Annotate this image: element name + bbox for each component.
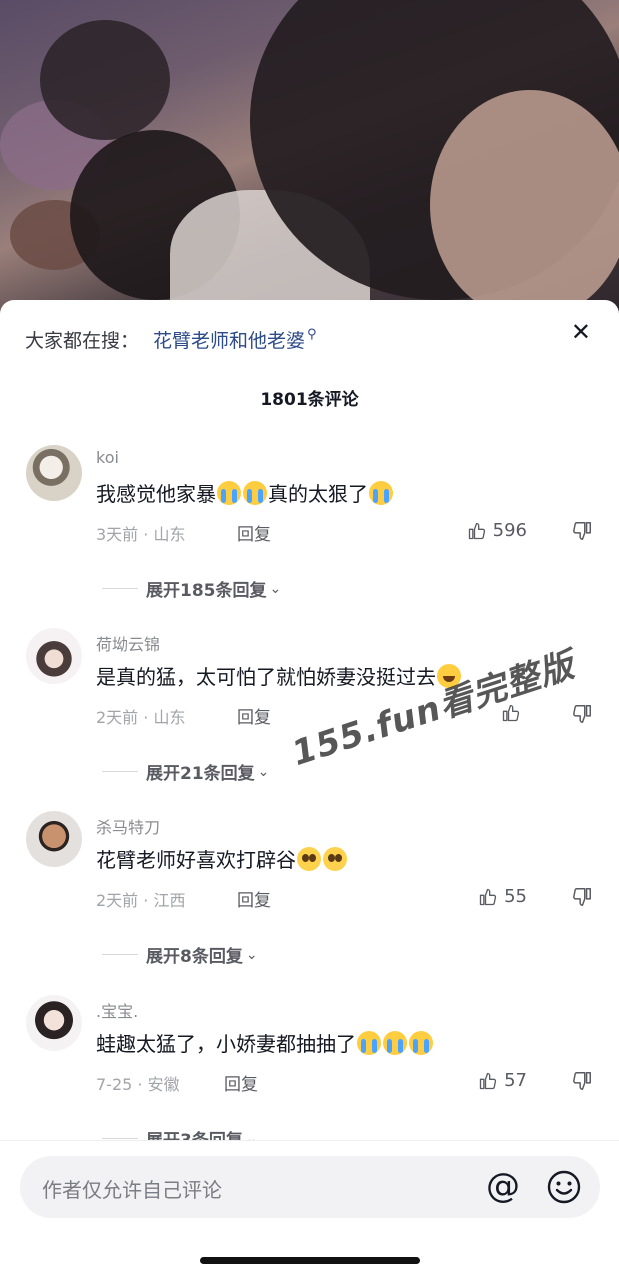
chevron-down-icon: ⌄: [269, 580, 282, 597]
avatar[interactable]: [26, 995, 82, 1051]
expand-replies-button[interactable]: 展开185条回复 ⌄: [102, 576, 281, 601]
reply-button[interactable]: 回复: [237, 520, 271, 545]
like-count: 57: [504, 1070, 527, 1091]
comment-count: 1801条评论: [260, 390, 359, 410]
search-prefix: 大家都在搜：: [25, 330, 140, 352]
like-button[interactable]: 596: [467, 520, 527, 541]
reply-button[interactable]: 回复: [224, 1070, 258, 1095]
divider: [102, 1138, 138, 1139]
avatar[interactable]: [26, 811, 82, 867]
crying-emoji-icon: [357, 1031, 381, 1055]
dislike-button[interactable]: [571, 520, 593, 546]
thumbs-up-icon: [479, 888, 497, 905]
comment-input-placeholder: 作者仅允许自己评论: [42, 1178, 222, 1202]
expand-replies-label: 展开8条回复: [146, 947, 243, 967]
at-icon[interactable]: @: [486, 1166, 520, 1206]
chevron-down-icon: ⌄: [245, 946, 258, 963]
crying-emoji-icon: [217, 481, 241, 505]
like-button[interactable]: 57: [478, 1070, 527, 1091]
video-figure: [40, 20, 170, 140]
dislike-button[interactable]: [571, 1070, 593, 1096]
crying-emoji-icon: [369, 481, 393, 505]
comment-meta: 2天前 · 山东: [96, 708, 186, 727]
comment-text-part: 我感觉他家暴: [96, 482, 216, 506]
comment-sheet: 大家都在搜： 花臂老师和他老婆 ⚲ ✕ 1801条评论 koi 我感觉他家暴 真的…: [0, 300, 619, 1280]
comment-text: 是真的猛，太可怕了就怕娇妻没挺过去: [96, 661, 462, 690]
pleading-emoji-icon: [297, 847, 321, 871]
avatar[interactable]: [26, 628, 82, 684]
search-term-link[interactable]: 花臂老师和他老婆: [153, 326, 305, 353]
comment-text: 蛙趣太猛了，小娇妻都抽抽了: [96, 1028, 434, 1057]
comment-text-part: 花臂老师好喜欢打辟谷: [96, 848, 296, 872]
expand-replies-button[interactable]: 展开21条回复 ⌄: [102, 759, 269, 784]
expand-replies-label: 展开185条回复: [146, 581, 267, 601]
expand-replies-label: 展开21条回复: [146, 764, 255, 784]
comment-meta: 7-25 · 安徽: [96, 1075, 180, 1094]
comment-meta: 3天前 · 山东: [96, 525, 186, 544]
avatar[interactable]: [26, 445, 82, 501]
smile-icon[interactable]: [546, 1169, 582, 1205]
reply-button[interactable]: 回复: [237, 703, 271, 728]
search-suggestion[interactable]: 大家都在搜： 花臂老师和他老婆 ⚲: [25, 326, 317, 353]
pleading-emoji-icon: [323, 847, 347, 871]
comment-text: 花臂老师好喜欢打辟谷: [96, 844, 348, 873]
comment-username[interactable]: 荷坳云锦: [96, 631, 160, 655]
chevron-down-icon: ⌄: [257, 763, 270, 780]
reply-button[interactable]: 回复: [237, 886, 271, 911]
divider: [102, 954, 138, 955]
dislike-button[interactable]: [571, 886, 593, 912]
crying-emoji-icon: [243, 481, 267, 505]
comment-input[interactable]: 作者仅允许自己评论 @: [20, 1156, 600, 1218]
divider: [102, 588, 138, 589]
thumbs-up-icon: [468, 522, 485, 539]
close-icon[interactable]: ✕: [571, 318, 591, 346]
search-icon: ⚲: [307, 327, 317, 342]
video-frame[interactable]: [0, 0, 619, 330]
thumbs-down-icon: [573, 888, 591, 906]
expand-replies-button[interactable]: 展开8条回复 ⌄: [102, 942, 258, 967]
thumbs-down-icon: [573, 1072, 591, 1090]
comment-text: 我感觉他家暴 真的太狠了: [96, 478, 394, 507]
comment-text-part: 是真的猛，太可怕了就怕娇妻没挺过去: [96, 665, 436, 689]
comment-text-part: 蛙趣太猛了，小娇妻都抽抽了: [96, 1032, 356, 1056]
thumbs-down-icon: [573, 522, 591, 540]
comment-username[interactable]: .宝宝.: [96, 998, 138, 1022]
divider: [102, 771, 138, 772]
thumbs-up-icon: [479, 1072, 497, 1089]
home-indicator[interactable]: [200, 1257, 420, 1264]
thumbs-down-icon: [573, 705, 591, 723]
comment-text-part: 真的太狠了: [268, 482, 368, 506]
like-button[interactable]: 55: [478, 886, 527, 907]
comment-meta: 2天前 · 江西: [96, 891, 186, 910]
comment-username[interactable]: koi: [96, 448, 119, 467]
crying-emoji-icon: [409, 1031, 433, 1055]
video-figure: [430, 90, 619, 320]
like-count: 55: [504, 886, 527, 907]
dislike-button[interactable]: [571, 703, 593, 729]
comment-username[interactable]: 杀马特刀: [96, 814, 160, 838]
like-count: 596: [492, 520, 527, 541]
crying-emoji-icon: [383, 1031, 407, 1055]
